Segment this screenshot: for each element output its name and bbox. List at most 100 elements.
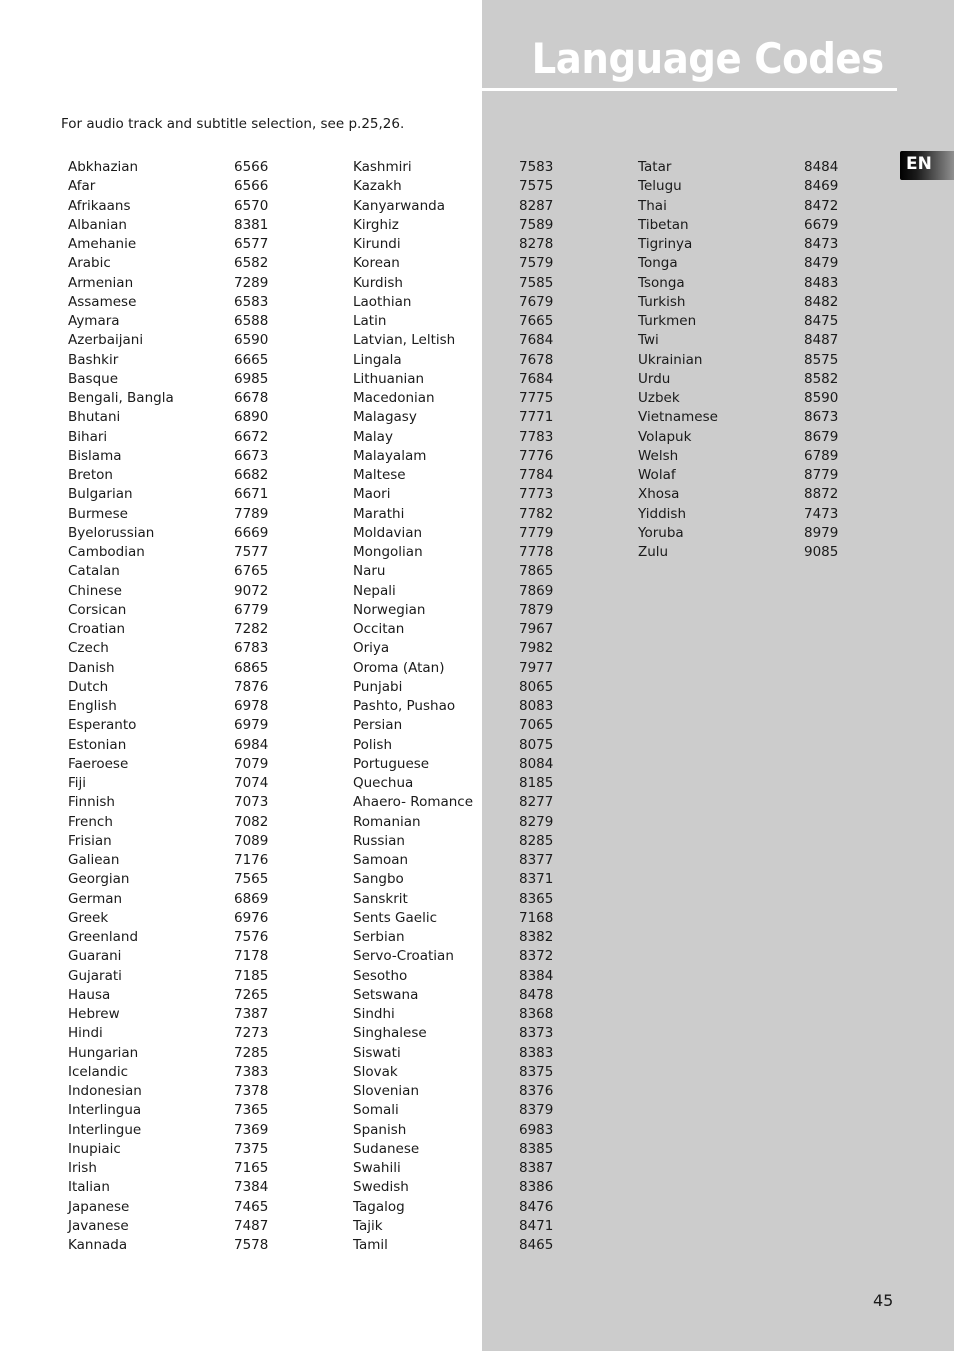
language-row: Interlingue 7369 <box>68 1121 288 1140</box>
language-column-2: Kashmiri 7583 Kazakh 7575 Kanyarwanda 8287 Kir… <box>353 158 573 1255</box>
language-row: Spanish 6983 <box>353 1121 573 1140</box>
language-code: 6678 <box>234 390 269 406</box>
language-row: Javanese 7487 <box>68 1217 288 1236</box>
language-row: Fiji 7074 <box>68 774 288 793</box>
language-name: Frisian <box>68 832 112 849</box>
language-row: Armenian 7289 <box>68 274 288 293</box>
language-row: Greenland 7576 <box>68 928 288 947</box>
language-code: 8277 <box>519 794 554 811</box>
language-row: Laothian 7679 <box>353 293 573 312</box>
language-row: Singhalese 8373 <box>353 1024 573 1043</box>
language-name: Kurdish <box>353 274 403 291</box>
language-name: Sindhi <box>353 1006 395 1022</box>
language-name: Tigrinya <box>638 236 693 252</box>
language-name: Lithuanian <box>353 370 425 387</box>
language-code: 7773 <box>519 486 554 503</box>
language-name: Turkish <box>638 293 686 310</box>
language-row: Esperanto 6979 <box>68 716 288 735</box>
language-row: Icelandic 7383 <box>68 1063 288 1082</box>
language-row: Punjabi 8065 <box>353 678 573 697</box>
language-name: English <box>68 698 117 714</box>
language-name: Quechua <box>353 775 414 791</box>
language-name: Amehanie <box>68 236 137 252</box>
language-code: 6765 <box>234 563 269 580</box>
language-row: Mongolian 7778 <box>353 543 573 562</box>
language-name: Spanish <box>353 1121 407 1138</box>
language-code: 8575 <box>804 351 839 368</box>
language-row: Oriya 7982 <box>353 639 573 658</box>
language-name: Turkmen <box>638 313 697 329</box>
language-code: 7178 <box>234 948 269 965</box>
language-name: Malagasy <box>353 409 417 426</box>
language-code: 6984 <box>234 736 269 753</box>
language-code: 8365 <box>519 890 554 907</box>
language-code: 7065 <box>519 717 554 734</box>
language-name: Singhalese <box>353 1025 427 1042</box>
language-row: Italian 7384 <box>68 1178 288 1197</box>
language-code: 8465 <box>519 1237 554 1253</box>
language-name: Latvian, Leltish <box>353 332 456 349</box>
language-name: Assamese <box>68 293 137 310</box>
language-code: 7265 <box>234 986 269 1003</box>
language-row: Somali 8379 <box>353 1101 573 1120</box>
language-name: Siswati <box>353 1044 401 1061</box>
language-name: Sents Gaelic <box>353 909 438 926</box>
language-row: Tigrinya 8473 <box>638 235 858 254</box>
language-name: Lingala <box>353 351 402 368</box>
language-code: 7375 <box>234 1140 269 1157</box>
language-row: Kirundi 8278 <box>353 235 573 254</box>
language-name: Zulu <box>638 544 669 560</box>
language-row: Slovenian 8376 <box>353 1082 573 1101</box>
language-row: Kanyarwanda 8287 <box>353 197 573 216</box>
language-code: 8371 <box>519 871 554 888</box>
language-name: Georgian <box>68 871 130 888</box>
language-column-1: Abkhazian 6566 Afar 6566 Afrikaans 6570 Albani… <box>68 158 288 1255</box>
language-name: Burmese <box>68 505 128 522</box>
language-code: 8279 <box>519 813 554 830</box>
language-row: Russian 8285 <box>353 832 573 851</box>
language-name: Oriya <box>353 640 390 657</box>
language-code: 6978 <box>234 698 269 714</box>
language-row: Telugu 8469 <box>638 177 858 196</box>
language-row: Persian 7065 <box>353 716 573 735</box>
language-code: 8083 <box>519 698 554 714</box>
language-code: 7165 <box>234 1160 269 1176</box>
language-name: Welsh <box>638 447 679 464</box>
language-name: Kirghiz <box>353 216 399 233</box>
language-row: Danish 6865 <box>68 659 288 678</box>
language-code: 6577 <box>234 236 269 252</box>
language-code: 7487 <box>234 1217 269 1234</box>
language-name: Uzbek <box>638 390 680 406</box>
language-name: Swedish <box>353 1179 409 1196</box>
language-code: 6682 <box>234 467 269 483</box>
language-code: 7771 <box>519 409 554 426</box>
language-row: Tibetan 6679 <box>638 216 858 235</box>
language-name: Oroma (Atan) <box>353 659 445 676</box>
language-row: Yiddish 7473 <box>638 505 858 524</box>
language-row: Croatian 7282 <box>68 620 288 639</box>
language-code: 7168 <box>519 909 554 926</box>
language-name: Russian <box>353 832 405 849</box>
language-row: German 6869 <box>68 890 288 909</box>
language-row: Malay 7783 <box>353 428 573 447</box>
language-name: Romanian <box>353 813 421 830</box>
language-code: 7778 <box>519 544 554 560</box>
language-name: Interlingua <box>68 1102 142 1119</box>
language-code: 6789 <box>804 447 839 464</box>
language-name: Hausa <box>68 986 111 1003</box>
language-name: Bihari <box>68 428 108 445</box>
language-row: Xhosa 8872 <box>638 485 858 504</box>
language-code: 8368 <box>519 1006 554 1022</box>
language-row: Hungarian 7285 <box>68 1044 288 1063</box>
language-code: 7578 <box>234 1237 269 1253</box>
language-code: 7665 <box>519 313 554 329</box>
language-row: Kazakh 7575 <box>353 177 573 196</box>
language-code: 6783 <box>234 640 269 657</box>
language-row: Welsh 6789 <box>638 447 858 466</box>
language-code: 7185 <box>234 967 269 984</box>
language-code: 9072 <box>234 582 269 599</box>
language-row: Tamil 8465 <box>353 1236 573 1255</box>
language-name: Moldavian <box>353 524 423 541</box>
language-code: 7565 <box>234 871 269 888</box>
language-code: 7273 <box>234 1025 269 1042</box>
